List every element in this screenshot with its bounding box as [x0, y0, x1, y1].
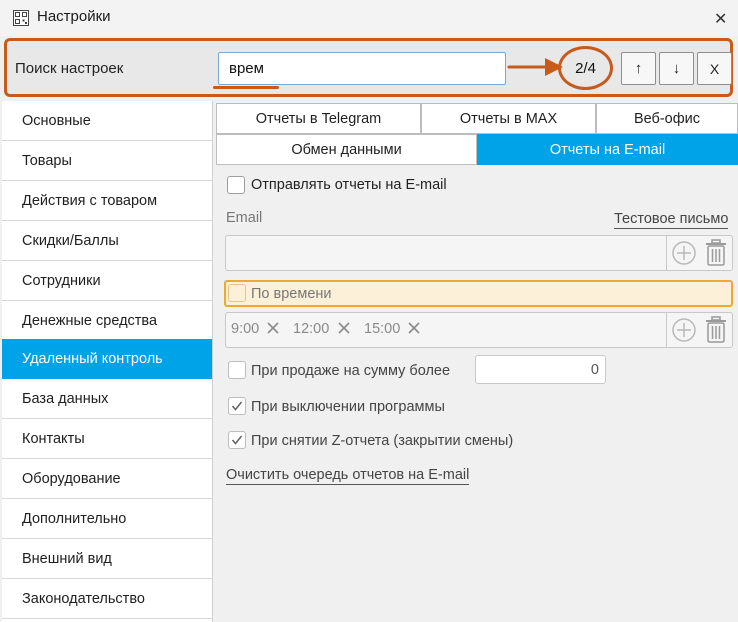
sidebar-item-equipment[interactable]: Оборудование	[2, 459, 212, 499]
on-sale-checkbox[interactable]	[228, 361, 246, 379]
add-circle-icon[interactable]	[669, 238, 699, 268]
sidebar-item-database[interactable]: База данных	[2, 379, 212, 419]
search-input[interactable]	[218, 52, 506, 85]
sidebar-item-legislation[interactable]: Законодательство	[2, 579, 212, 619]
time-chip-1: 9:00	[231, 321, 260, 337]
trash-icon[interactable]	[701, 315, 731, 345]
checkmark-icon	[231, 435, 243, 445]
clear-search-button[interactable]: X	[697, 52, 732, 85]
search-match-counter: 2/4	[575, 59, 596, 77]
remove-x-icon[interactable]	[337, 321, 351, 335]
test-letter-link[interactable]: Тестовое письмо	[614, 210, 729, 229]
email-field[interactable]	[225, 235, 733, 271]
title-bar	[0, 0, 738, 36]
tab-telegram-reports[interactable]: Отчеты в Telegram	[216, 103, 421, 134]
arrow-right-annotation-icon	[507, 58, 563, 76]
search-label: Поиск настроек	[15, 60, 124, 77]
trash-icon[interactable]	[701, 238, 731, 268]
on-sale-label: При продаже на сумму более	[251, 363, 451, 379]
email-label: Email	[226, 210, 263, 226]
sidebar-item-general[interactable]: Основные	[2, 101, 212, 141]
on-zreport-label: При снятии Z-отчета (закрытии смены)	[251, 433, 514, 449]
tab-data-exchange[interactable]: Обмен данными	[216, 134, 477, 165]
app-icon	[13, 10, 29, 26]
on-zreport-checkbox[interactable]	[228, 431, 246, 449]
send-reports-checkbox[interactable]	[227, 176, 245, 194]
close-icon[interactable]: ✕	[714, 9, 727, 29]
on-shutdown-checkbox[interactable]	[228, 397, 246, 415]
tab-web-office[interactable]: Веб-офис	[596, 103, 738, 134]
by-time-checkbox[interactable]	[228, 284, 246, 302]
send-reports-label: Отправлять отчеты на E-mail	[251, 177, 447, 193]
time-chip-2: 12:00	[293, 321, 330, 337]
next-match-button[interactable]: ↓	[659, 52, 694, 85]
sidebar-item-contacts[interactable]: Контакты	[2, 419, 212, 459]
prev-match-button[interactable]: ↑	[621, 52, 656, 85]
by-time-label: По времени	[251, 286, 332, 302]
remove-x-icon[interactable]	[407, 321, 421, 335]
sidebar: Основные Товары Действия с товаром Скидк…	[2, 101, 213, 622]
on-shutdown-label: При выключении программы	[251, 399, 445, 415]
sidebar-item-goods-actions[interactable]: Действия с товаром	[2, 181, 212, 221]
search-underline-annotation	[213, 86, 279, 89]
sidebar-item-discounts[interactable]: Скидки/Баллы	[2, 221, 212, 261]
remove-x-icon[interactable]	[266, 321, 280, 335]
sidebar-item-appearance[interactable]: Внешний вид	[2, 539, 212, 579]
clear-queue-link[interactable]: Очистить очередь отчетов на E-mail	[226, 466, 470, 485]
email-field-divider	[666, 236, 667, 270]
sidebar-item-remote-control[interactable]: Удаленный контроль	[2, 339, 212, 379]
add-circle-icon[interactable]	[669, 315, 699, 345]
sidebar-item-employees[interactable]: Сотрудники	[2, 261, 212, 301]
time-chip-3: 15:00	[364, 321, 401, 337]
on-sale-amount-input[interactable]: 0	[475, 355, 606, 384]
time-field-divider	[666, 313, 667, 347]
sidebar-item-additional[interactable]: Дополнительно	[2, 499, 212, 539]
sidebar-item-goods[interactable]: Товары	[2, 141, 212, 181]
checkmark-icon	[231, 401, 243, 411]
window-title: Настройки	[37, 8, 111, 25]
tab-email-reports[interactable]: Отчеты на E-mail	[477, 134, 738, 165]
sidebar-item-money[interactable]: Денежные средства	[2, 301, 212, 341]
tab-max-reports[interactable]: Отчеты в MAX	[421, 103, 596, 134]
